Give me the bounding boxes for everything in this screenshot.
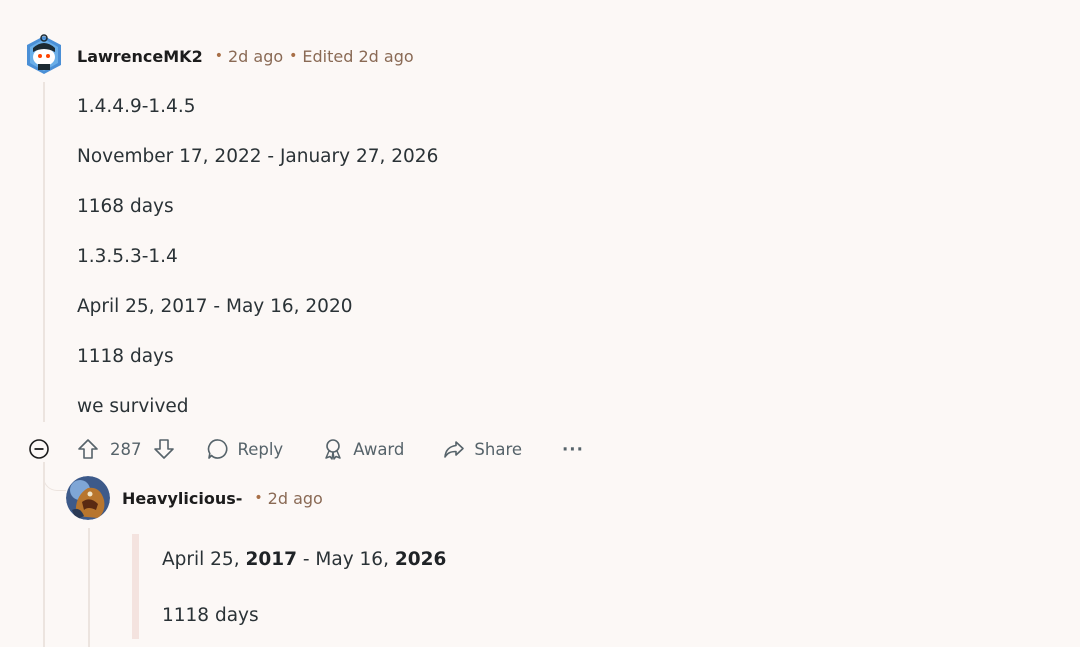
reply-meta: Heavylicious- • 2d ago bbox=[122, 487, 323, 509]
quote-bold-year: 2017 bbox=[245, 549, 297, 570]
quote-line-days: 1118 days bbox=[162, 605, 259, 626]
reply-button[interactable]: Reply bbox=[206, 437, 284, 461]
blockquote-bar bbox=[132, 534, 139, 639]
comment-text-line: 1168 days bbox=[77, 196, 174, 217]
downvote-button[interactable] bbox=[152, 437, 176, 461]
comment-text-line: 1.4.4.9-1.4.5 bbox=[77, 96, 196, 117]
comment-edited: Edited 2d ago bbox=[302, 46, 414, 66]
comment-text-line: April 25, 2017 - May 16, 2020 bbox=[77, 296, 353, 317]
reply-label: Reply bbox=[237, 439, 284, 459]
comment-text-line: 1118 days bbox=[77, 346, 174, 367]
share-arrow-icon bbox=[444, 441, 465, 458]
thread-line-main[interactable] bbox=[43, 82, 45, 422]
more-options-button[interactable]: ··· bbox=[562, 440, 584, 459]
user-avatar[interactable] bbox=[24, 34, 64, 76]
separator-dot: • bbox=[214, 48, 223, 64]
vote-score: 287 bbox=[110, 439, 142, 459]
share-label: Share bbox=[474, 439, 523, 459]
quote-text: April 25, bbox=[162, 549, 246, 570]
comment-text-line: 1.3.5.3-1.4 bbox=[77, 246, 178, 267]
chat-bubble-icon bbox=[207, 439, 227, 459]
character-avatar-icon bbox=[66, 476, 110, 520]
reply-user-avatar[interactable] bbox=[66, 476, 110, 520]
share-button[interactable]: Share bbox=[442, 437, 522, 461]
comment-text-line: November 17, 2022 - January 27, 2026 bbox=[77, 146, 439, 167]
award-ribbon-icon bbox=[325, 439, 341, 460]
comment-author[interactable]: LawrenceMK2 bbox=[77, 47, 203, 66]
award-label: Award bbox=[353, 439, 405, 459]
comment-action-bar: 287 Reply Award Share ··· bbox=[28, 434, 584, 464]
quote-bold-year: 2026 bbox=[394, 549, 447, 570]
snoo-avatar-icon bbox=[27, 34, 61, 74]
thread-line-reply[interactable] bbox=[88, 528, 90, 647]
upvote-button[interactable] bbox=[76, 437, 100, 461]
award-button[interactable]: Award bbox=[321, 437, 404, 461]
collapse-minus-icon bbox=[29, 439, 49, 459]
more-options-icon: ··· bbox=[562, 439, 584, 459]
thread-line-main-lower[interactable] bbox=[43, 462, 45, 647]
upvote-arrow-icon bbox=[78, 439, 98, 459]
thread-branch-curve bbox=[43, 462, 66, 491]
quote-line-dates: April 25, 2017 - May 16, 2026 bbox=[162, 549, 446, 570]
quote-text: - May 16, bbox=[296, 549, 395, 570]
reply-author[interactable]: Heavylicious- bbox=[122, 489, 242, 508]
separator-dot: • bbox=[254, 490, 263, 506]
collapse-button[interactable] bbox=[28, 438, 60, 460]
comment-text-line: we survived bbox=[77, 396, 189, 417]
downvote-arrow-icon bbox=[153, 439, 174, 459]
separator-dot: • bbox=[289, 48, 298, 64]
reply-time[interactable]: 2d ago bbox=[268, 489, 323, 508]
comment-time[interactable]: 2d ago bbox=[228, 47, 283, 66]
comment-meta: LawrenceMK2 • 2d ago • Edited 2d ago bbox=[77, 45, 414, 67]
